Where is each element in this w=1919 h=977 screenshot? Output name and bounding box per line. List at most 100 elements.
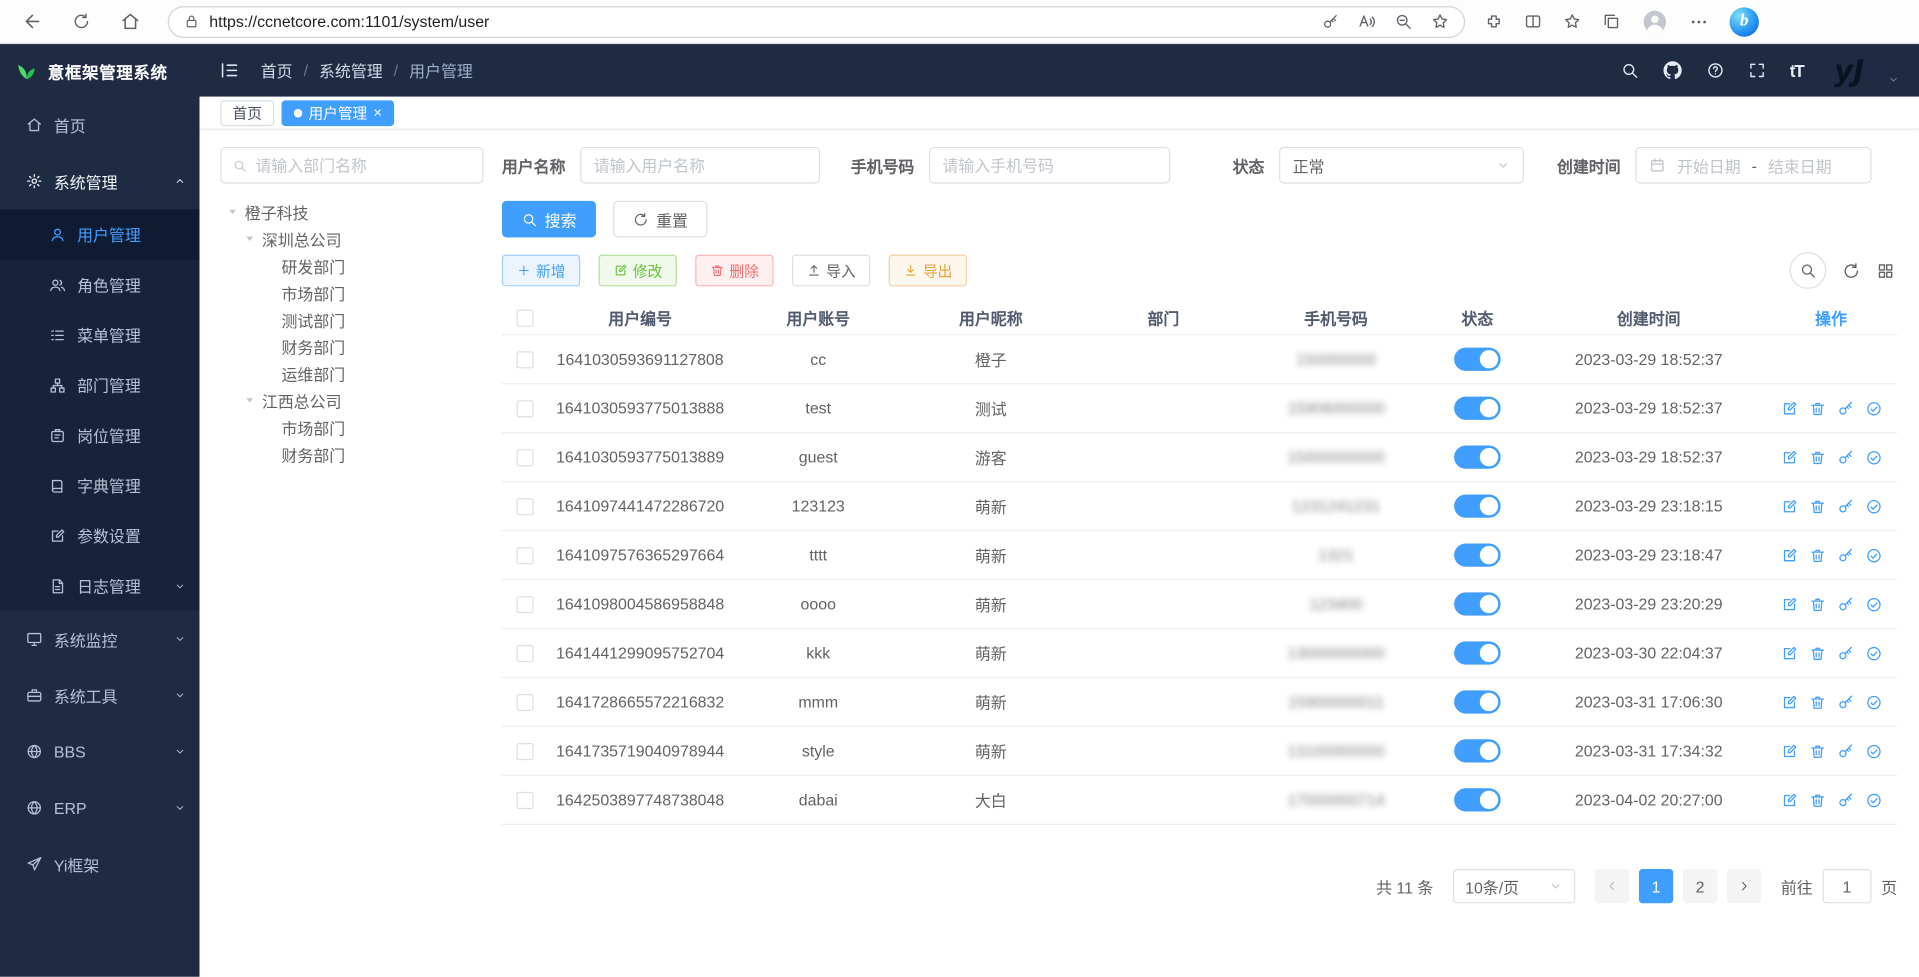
help-icon[interactable] xyxy=(1707,61,1725,79)
breadcrumb-section[interactable]: 系统管理 xyxy=(319,59,383,82)
prev-page-button[interactable] xyxy=(1595,869,1629,903)
row-checkbox[interactable] xyxy=(517,742,534,759)
page-button-1[interactable]: 1 xyxy=(1639,869,1673,903)
edit-icon[interactable] xyxy=(1780,644,1797,661)
assign-role-icon[interactable] xyxy=(1865,742,1882,759)
tree-node[interactable]: 测试部门 xyxy=(220,306,483,333)
delete-icon[interactable] xyxy=(1808,547,1825,564)
sidebar-item-user-management[interactable]: 用户管理 xyxy=(0,209,200,259)
breadcrumb-home[interactable]: 首页 xyxy=(261,59,293,82)
row-checkbox[interactable] xyxy=(517,791,534,808)
sidebar-item-system-tools[interactable]: 系统工具 xyxy=(0,667,200,723)
chevron-down-icon[interactable] xyxy=(1887,73,1899,85)
tab-home[interactable]: 首页 xyxy=(220,100,274,126)
next-page-button[interactable] xyxy=(1727,869,1761,903)
sidebar-item-menu-management[interactable]: 菜单管理 xyxy=(0,310,200,360)
row-checkbox[interactable] xyxy=(517,547,534,564)
tree-node[interactable]: 深圳总公司 xyxy=(220,225,483,252)
sidebar-item-system-monitor[interactable]: 系统监控 xyxy=(0,611,200,667)
sidebar-item-yi-framework[interactable]: Yi框架 xyxy=(0,836,200,892)
tree-node[interactable]: 江西总公司 xyxy=(220,387,483,414)
copilot-icon[interactable]: b xyxy=(1730,7,1759,36)
status-toggle[interactable] xyxy=(1454,348,1501,371)
status-toggle[interactable] xyxy=(1454,641,1501,664)
page-button-2[interactable]: 2 xyxy=(1683,869,1717,903)
edit-icon[interactable] xyxy=(1780,742,1797,759)
zoom-out-icon[interactable] xyxy=(1394,12,1412,30)
sidebar-item-erp[interactable]: ERP xyxy=(0,780,200,836)
username-field[interactable] xyxy=(594,156,807,174)
reset-password-icon[interactable] xyxy=(1837,400,1854,417)
export-button[interactable]: 导出 xyxy=(889,255,967,287)
delete-icon[interactable] xyxy=(1808,791,1825,808)
collections-icon[interactable] xyxy=(1602,12,1620,30)
toggle-search-button[interactable] xyxy=(1789,252,1826,289)
delete-icon[interactable] xyxy=(1808,595,1825,612)
extensions-icon[interactable] xyxy=(1485,12,1503,30)
status-toggle[interactable] xyxy=(1454,543,1501,566)
search-icon[interactable] xyxy=(1621,61,1639,79)
refresh-table-icon[interactable] xyxy=(1842,261,1860,279)
github-icon[interactable] xyxy=(1662,60,1683,81)
browser-menu-icon[interactable] xyxy=(1689,12,1709,32)
edit-icon[interactable] xyxy=(1780,693,1797,710)
reset-password-icon[interactable] xyxy=(1837,498,1854,515)
delete-icon[interactable] xyxy=(1808,693,1825,710)
font-size-icon[interactable]: tT xyxy=(1790,61,1804,81)
assign-role-icon[interactable] xyxy=(1865,791,1882,808)
status-toggle[interactable] xyxy=(1454,690,1501,713)
edit-icon[interactable] xyxy=(1780,449,1797,466)
dept-search-box[interactable] xyxy=(220,147,483,184)
delete-icon[interactable] xyxy=(1808,449,1825,466)
tree-node[interactable]: 市场部门 xyxy=(220,279,483,306)
profile-avatar[interactable] xyxy=(1641,8,1668,35)
tree-node[interactable]: 研发部门 xyxy=(220,252,483,279)
sidebar-item-role-management[interactable]: 角色管理 xyxy=(0,259,200,309)
assign-role-icon[interactable] xyxy=(1865,547,1882,564)
status-toggle[interactable] xyxy=(1454,494,1501,517)
sidebar-item-home[interactable]: 首页 xyxy=(0,97,200,153)
dept-search-input[interactable] xyxy=(256,156,472,174)
modify-button[interactable]: 修改 xyxy=(599,255,677,287)
reset-password-icon[interactable] xyxy=(1837,449,1854,466)
search-button[interactable]: 搜索 xyxy=(502,201,596,238)
home-icon[interactable] xyxy=(120,11,141,32)
edit-icon[interactable] xyxy=(1780,791,1797,808)
tree-node[interactable]: 财务部门 xyxy=(220,333,483,360)
reset-password-icon[interactable] xyxy=(1837,595,1854,612)
sidebar-item-dept-management[interactable]: 部门管理 xyxy=(0,360,200,410)
edit-icon[interactable] xyxy=(1780,400,1797,417)
sidebar-item-bbs[interactable]: BBS xyxy=(0,723,200,779)
caret-down-icon[interactable] xyxy=(226,206,238,218)
user-logo-avatar[interactable]: yJ xyxy=(1834,56,1864,85)
delete-icon[interactable] xyxy=(1808,400,1825,417)
edit-icon[interactable] xyxy=(1780,498,1797,515)
row-checkbox[interactable] xyxy=(517,693,534,710)
status-select[interactable]: 正常 xyxy=(1279,147,1524,184)
row-checkbox[interactable] xyxy=(517,644,534,661)
caret-down-icon[interactable] xyxy=(244,394,256,406)
password-key-icon[interactable] xyxy=(1322,13,1339,30)
back-icon[interactable] xyxy=(22,11,43,32)
delete-button[interactable]: 删除 xyxy=(695,255,773,287)
phone-field[interactable] xyxy=(943,156,1157,174)
tree-node[interactable]: 财务部门 xyxy=(220,441,483,468)
edit-icon[interactable] xyxy=(1780,595,1797,612)
delete-icon[interactable] xyxy=(1808,742,1825,759)
reset-button[interactable]: 重置 xyxy=(613,201,707,238)
column-settings-icon[interactable] xyxy=(1876,261,1894,279)
assign-role-icon[interactable] xyxy=(1865,400,1882,417)
sidebar-item-param-settings[interactable]: 参数设置 xyxy=(0,510,200,560)
reset-password-icon[interactable] xyxy=(1837,547,1854,564)
sidebar-item-system-management[interactable]: 系统管理 xyxy=(0,153,200,209)
status-toggle[interactable] xyxy=(1454,446,1501,469)
favorites-bar-icon[interactable] xyxy=(1563,12,1581,30)
row-checkbox[interactable] xyxy=(517,351,534,368)
assign-role-icon[interactable] xyxy=(1865,595,1882,612)
reset-password-icon[interactable] xyxy=(1837,742,1854,759)
refresh-icon[interactable] xyxy=(72,12,90,30)
tree-node[interactable]: 市场部门 xyxy=(220,414,483,441)
row-checkbox[interactable] xyxy=(517,498,534,515)
assign-role-icon[interactable] xyxy=(1865,693,1882,710)
caret-down-icon[interactable] xyxy=(244,233,256,245)
